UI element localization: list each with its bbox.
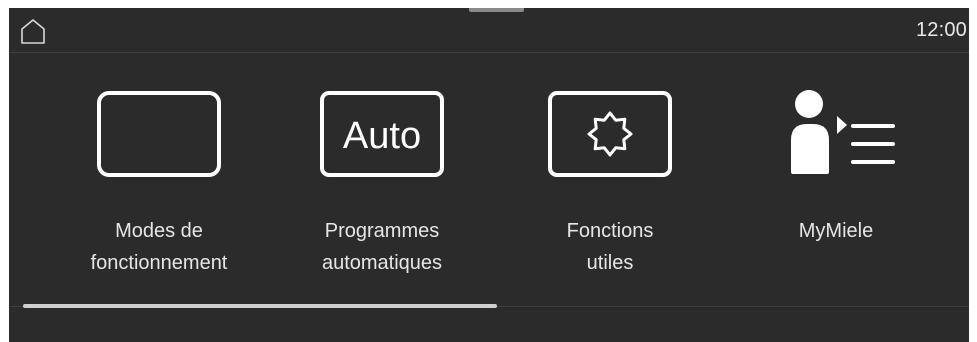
- svg-text:Auto: Auto: [343, 115, 421, 157]
- menu-item-label: Modes de fonctionnement: [90, 220, 228, 274]
- menu-item-mymiele[interactable]: MyMiele: [721, 52, 951, 302]
- appliance-display: 12:00 Modes de fonctionnement Auto Progr…: [9, 8, 969, 342]
- menu-item-label: Fonctions utiles: [566, 220, 654, 274]
- main-menu: Modes de fonctionnement Auto Programmes …: [9, 52, 969, 302]
- menu-item-operating-modes[interactable]: Modes de fonctionnement: [44, 52, 274, 302]
- clock: 12:00: [915, 19, 967, 41]
- home-icon[interactable]: [20, 18, 46, 45]
- auto-programs-icon: Auto: [320, 91, 444, 177]
- useful-functions-icon: [548, 91, 672, 177]
- menu-item-label: MyMiele: [798, 220, 874, 242]
- menu-item-useful-functions[interactable]: Fonctions utiles: [495, 52, 725, 302]
- status-bar: 12:00: [9, 8, 969, 53]
- operating-modes-icon: [97, 91, 221, 177]
- menu-item-auto-programs[interactable]: Auto Programmes automatiques: [267, 52, 497, 302]
- scroll-indicator[interactable]: [23, 304, 497, 308]
- menu-item-label: Programmes automatiques: [321, 220, 443, 274]
- mymiele-icon: [791, 90, 895, 174]
